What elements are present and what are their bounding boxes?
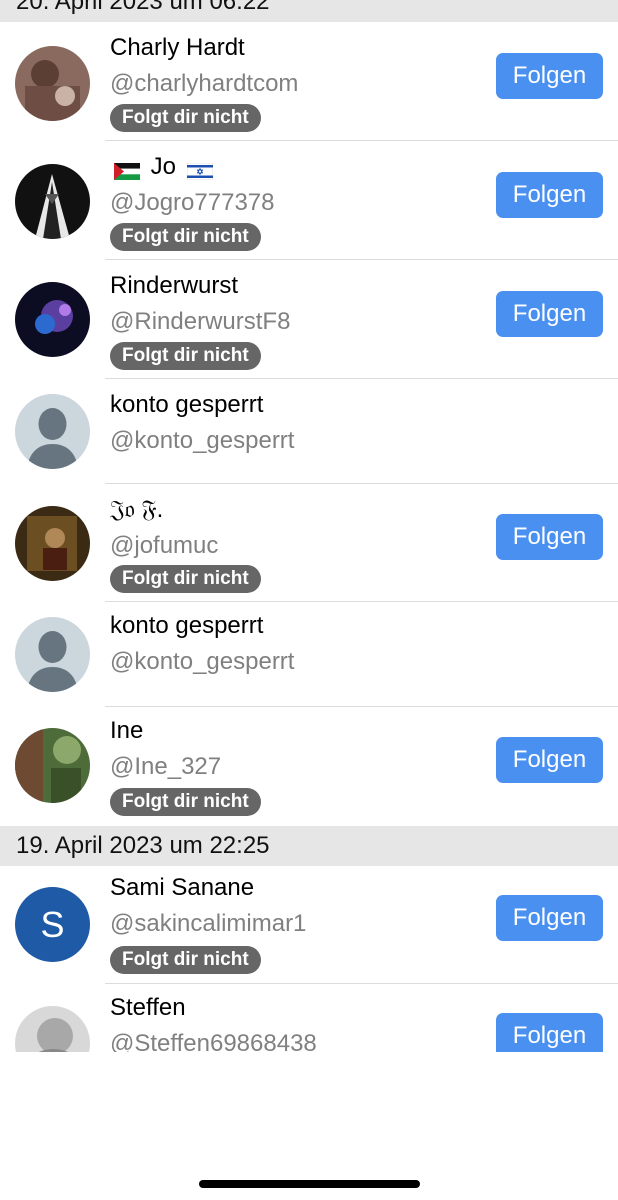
list-item-user[interactable]: 𝔍𝔬 𝔉. @jofumuc Folgt dir nicht Folgen (0, 484, 618, 602)
user-handle: @jofumuc (110, 532, 219, 559)
status-badge: Folgt dir nicht (110, 565, 261, 593)
user-handle: @Ine_327 (110, 753, 222, 780)
avatar[interactable] (15, 46, 90, 121)
avatar[interactable]: S (15, 887, 90, 962)
user-name: konto gesperrt (110, 391, 264, 418)
follow-button[interactable]: Folgen (496, 737, 603, 783)
list-item-user[interactable]: Rinderwurst @RinderwurstF8 Folgt dir nic… (0, 260, 618, 379)
avatar[interactable] (15, 728, 90, 803)
avatar[interactable] (15, 164, 90, 239)
follow-button[interactable]: Folgen (496, 895, 603, 941)
follow-button[interactable]: Folgen (496, 514, 603, 560)
avatar[interactable] (15, 1006, 90, 1052)
default-user-icon[interactable] (15, 617, 90, 692)
section-header-date: 20. April 2023 um 06:22 (0, 0, 618, 22)
user-name: Ine (110, 717, 144, 744)
user-name: Charly Hardt (110, 34, 245, 61)
status-badge: Folgt dir nicht (110, 342, 261, 370)
status-badge: Folgt dir nicht (110, 223, 261, 251)
section-header-date: 19. April 2023 um 22:25 (0, 826, 618, 866)
list-item-user[interactable]: Steffen @Steffen69868438 Folgen (0, 984, 618, 1052)
list-item-user[interactable]: konto gesperrt @konto_gesperrt (0, 602, 618, 707)
user-name: Steffen (110, 994, 186, 1021)
user-handle: @Jogro777378 (110, 189, 275, 216)
user-handle: @RinderwurstF8 (110, 308, 291, 335)
list-item-user[interactable]: S Sami Sanane @sakincalimimar1 Folgt dir… (0, 866, 618, 984)
user-name-text: Jo (150, 153, 177, 180)
user-handle: @konto_gesperrt (110, 648, 295, 675)
avatar-letter: S (40, 904, 65, 945)
follow-button[interactable]: Folgen (496, 172, 603, 218)
follow-button[interactable]: Folgen (496, 53, 603, 99)
list-item-user[interactable]: konto gesperrt @konto_gesperrt (0, 379, 618, 484)
status-badge: Folgt dir nicht (110, 104, 261, 132)
follower-list[interactable]: 20. April 2023 um 06:22 Charly Hardt @ch… (0, 0, 618, 1052)
list-item-user[interactable]: Jo @Jogro777378 Folgt dir nicht Folgen (0, 141, 618, 260)
user-handle: @charlyhardtcom (110, 70, 299, 97)
avatar[interactable] (15, 282, 90, 357)
user-name: Jo (110, 153, 217, 181)
avatar[interactable] (15, 506, 90, 581)
user-name: konto gesperrt (110, 612, 264, 639)
status-badge: Folgt dir nicht (110, 946, 261, 974)
user-handle: @sakincalimimar1 (110, 910, 307, 937)
follow-button[interactable]: Folgen (496, 1013, 603, 1052)
user-name: Sami Sanane (110, 874, 255, 901)
follow-button[interactable]: Folgen (496, 291, 603, 337)
status-badge: Folgt dir nicht (110, 788, 261, 816)
user-name: Rinderwurst (110, 272, 239, 299)
home-indicator[interactable] (199, 1180, 420, 1188)
user-handle: @konto_gesperrt (110, 427, 295, 454)
default-user-icon[interactable] (15, 394, 90, 469)
user-name: 𝔍𝔬 𝔉. (110, 496, 164, 523)
palestine-flag-icon (114, 159, 140, 181)
israel-flag-icon (186, 159, 213, 181)
user-handle: @Steffen69868438 (110, 1030, 317, 1052)
list-item-user[interactable]: Ine @Ine_327 Folgt dir nicht Folgen (0, 707, 618, 826)
list-item-user[interactable]: Charly Hardt @charlyhardtcom Folgt dir n… (0, 22, 618, 141)
